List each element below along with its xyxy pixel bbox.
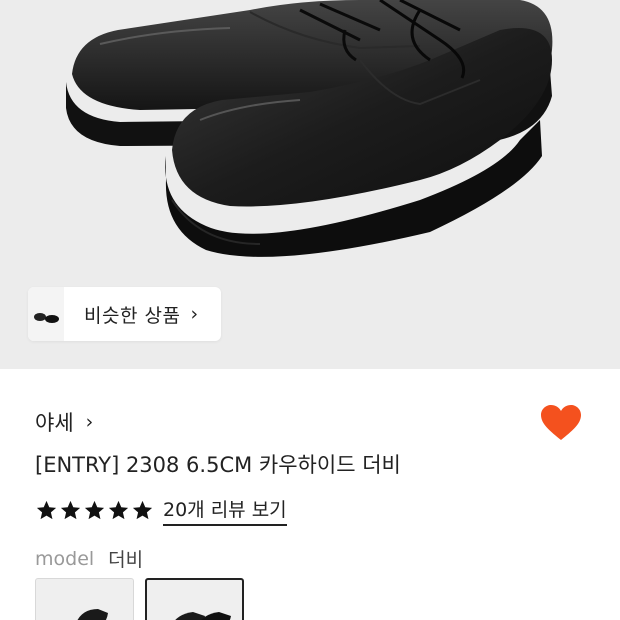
product-image-area[interactable]: 비슷한 상품 ›	[0, 0, 620, 369]
star-icon	[36, 500, 57, 520]
variant-thumbnail-selected[interactable]	[145, 578, 244, 620]
star-icon	[108, 500, 129, 520]
option-value: 더비	[108, 549, 144, 571]
star-icon	[132, 500, 153, 520]
view-reviews-link[interactable]: 20개 리뷰 보기	[163, 495, 287, 526]
variant-thumbnail[interactable]	[35, 578, 134, 620]
heart-icon[interactable]	[540, 404, 582, 442]
similar-products-label: 비슷한 상품	[84, 304, 181, 327]
rating-row: 20개 리뷰 보기	[35, 495, 287, 526]
similar-products-button[interactable]: 비슷한 상품 ›	[28, 287, 221, 341]
option-row: model 더비	[35, 545, 143, 572]
chevron-right-icon: ›	[190, 303, 199, 325]
option-label: model	[35, 547, 95, 570]
star-icon	[60, 500, 81, 520]
star-icon	[84, 500, 105, 520]
chevron-right-icon: ›	[85, 411, 94, 433]
brand-name: 야세	[35, 411, 74, 435]
product-info: 야세 › [ENTRY] 2308 6.5CM 카우하이드 더비 20개 리뷰 …	[0, 369, 620, 620]
similar-product-thumbnail	[28, 287, 64, 341]
product-title: [ENTRY] 2308 6.5CM 카우하이드 더비	[35, 453, 401, 477]
star-rating	[35, 499, 155, 522]
brand-link[interactable]: 야세 ›	[35, 407, 93, 437]
